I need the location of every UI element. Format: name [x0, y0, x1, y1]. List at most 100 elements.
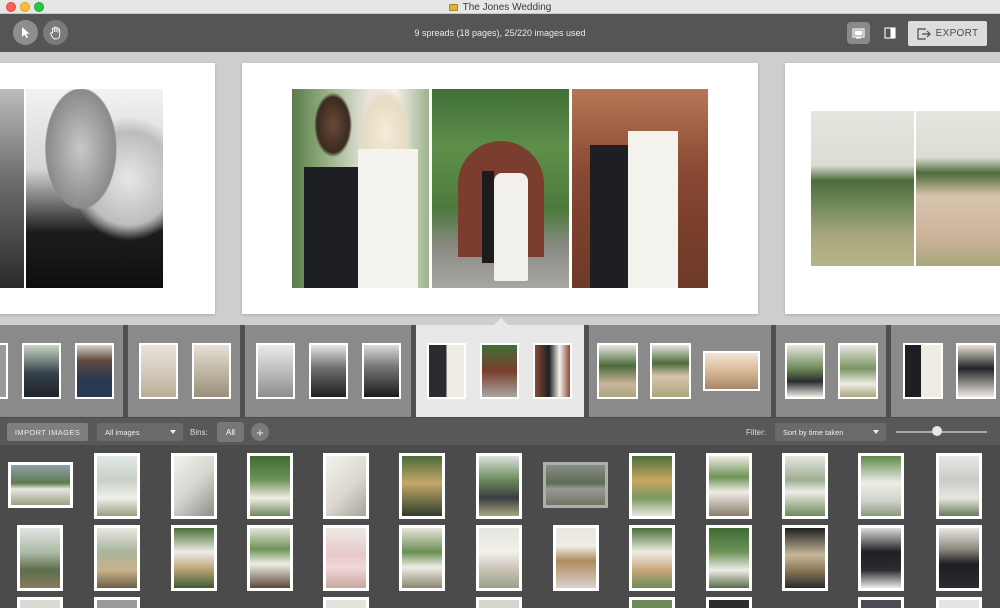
thumbnail-size-slider-knob[interactable]: [932, 426, 942, 436]
spread-photo[interactable]: [26, 89, 163, 288]
spread-photo[interactable]: [0, 89, 24, 288]
groom-silhouette: [304, 167, 366, 288]
spread-thumb-photo[interactable]: [956, 343, 996, 399]
library-image[interactable]: [399, 525, 445, 591]
spread-thumb-photo[interactable]: [703, 351, 760, 391]
library-image[interactable]: [94, 597, 140, 608]
bride-silhouette: [494, 173, 528, 281]
spread-thumbnail[interactable]: [0, 325, 123, 417]
spread-photo[interactable]: [916, 111, 1000, 266]
library-image[interactable]: [476, 597, 522, 608]
spread-photo[interactable]: [811, 111, 914, 266]
single-view-button[interactable]: [847, 22, 870, 44]
bin-all-tab[interactable]: All: [217, 422, 244, 442]
bride-silhouette: [628, 131, 678, 288]
spread-thumb-photo[interactable]: [903, 343, 943, 399]
current-spread-page[interactable]: [242, 63, 758, 314]
image-library[interactable]: [0, 445, 1000, 608]
spread-thumb-photo[interactable]: [785, 343, 825, 399]
library-image[interactable]: [171, 453, 217, 519]
filter-label: Filter:: [746, 427, 766, 437]
library-bar: IMPORT IMAGES All images Bins: All + Fil…: [0, 417, 1000, 445]
spread-thumb-photo[interactable]: [0, 343, 8, 399]
library-image[interactable]: [936, 525, 982, 591]
spread-photo[interactable]: [432, 89, 569, 288]
panel-view-button[interactable]: [878, 22, 901, 44]
library-image[interactable]: [476, 453, 522, 519]
library-image[interactable]: [17, 525, 63, 591]
library-image[interactable]: [171, 525, 217, 591]
spread-thumbnail[interactable]: [776, 325, 886, 417]
spread-thumbnail[interactable]: [128, 325, 240, 417]
library-image[interactable]: [553, 525, 599, 591]
chevron-down-icon: [873, 430, 879, 434]
spread-thumb-photo[interactable]: [597, 343, 638, 399]
library-image[interactable]: [936, 597, 982, 608]
active-spread-pointer: [494, 318, 508, 325]
toolbar: 9 spreads (18 pages), 25/220 images used…: [0, 14, 1000, 52]
sort-dropdown[interactable]: Sort by time taken: [775, 423, 886, 441]
library-image[interactable]: [247, 453, 293, 519]
library-image[interactable]: [858, 453, 904, 519]
images-filter-dropdown[interactable]: All images: [97, 423, 183, 441]
library-image[interactable]: [8, 462, 73, 508]
add-bin-button[interactable]: +: [251, 423, 269, 441]
spread-thumb-photo[interactable]: [650, 343, 691, 399]
window-title: The Jones Wedding: [462, 1, 552, 13]
library-image[interactable]: [323, 453, 369, 519]
library-image[interactable]: [936, 453, 982, 519]
export-button[interactable]: EXPORT: [908, 21, 987, 46]
import-images-button[interactable]: IMPORT IMAGES: [7, 423, 88, 441]
library-image-used[interactable]: [543, 462, 608, 508]
library-image[interactable]: [706, 525, 752, 591]
chevron-down-icon: [170, 430, 176, 434]
spread-thumb-photo[interactable]: [22, 343, 61, 399]
spread-thumb-photo[interactable]: [192, 343, 231, 399]
library-image[interactable]: [782, 525, 828, 591]
spread-thumb-photo[interactable]: [256, 343, 295, 399]
spread-thumb-photo[interactable]: [139, 343, 178, 399]
spread-thumb-photo[interactable]: [838, 343, 878, 399]
spread-thumb-photo[interactable]: [309, 343, 348, 399]
library-image[interactable]: [399, 453, 445, 519]
spread-thumbnail-active[interactable]: [416, 325, 584, 417]
next-spread-page[interactable]: [785, 63, 1000, 314]
library-image[interactable]: [782, 453, 828, 519]
library-image[interactable]: [476, 525, 522, 591]
spread-thumb-photo[interactable]: [533, 343, 572, 399]
library-image[interactable]: [706, 597, 752, 608]
previous-spread-page[interactable]: [0, 63, 215, 314]
library-image[interactable]: [17, 597, 63, 608]
sidebar-icon: [883, 27, 896, 39]
library-image[interactable]: [247, 525, 293, 591]
document-icon: [448, 3, 458, 11]
spread-strip[interactable]: [0, 325, 1000, 417]
spread-canvas[interactable]: [0, 52, 1000, 325]
spread-thumb-photo[interactable]: [427, 343, 466, 399]
bride-silhouette: [358, 149, 418, 288]
spread-photo[interactable]: [292, 89, 429, 288]
library-image[interactable]: [629, 453, 675, 519]
library-image[interactable]: [94, 525, 140, 591]
library-image[interactable]: [323, 597, 369, 608]
groom-silhouette: [482, 171, 494, 263]
library-image[interactable]: [858, 525, 904, 591]
window-title-wrap: The Jones Wedding: [0, 0, 1000, 14]
window-titlebar: The Jones Wedding: [0, 0, 1000, 14]
spread-thumbnail[interactable]: [245, 325, 411, 417]
library-image[interactable]: [323, 525, 369, 591]
bins-label: Bins:: [190, 427, 208, 437]
spread-thumb-photo[interactable]: [480, 343, 519, 399]
spread-photo[interactable]: [572, 89, 708, 288]
spread-thumbnail[interactable]: [891, 325, 1000, 417]
sort-value: Sort by time taken: [783, 427, 844, 437]
spread-thumb-photo[interactable]: [75, 343, 114, 399]
library-image[interactable]: [858, 597, 904, 608]
library-image[interactable]: [629, 597, 675, 608]
spread-thumbnail[interactable]: [589, 325, 771, 417]
spread-thumb-photo[interactable]: [362, 343, 401, 399]
library-image[interactable]: [94, 453, 140, 519]
library-image[interactable]: [706, 453, 752, 519]
library-image[interactable]: [629, 525, 675, 591]
images-filter-value: All images: [105, 427, 140, 437]
